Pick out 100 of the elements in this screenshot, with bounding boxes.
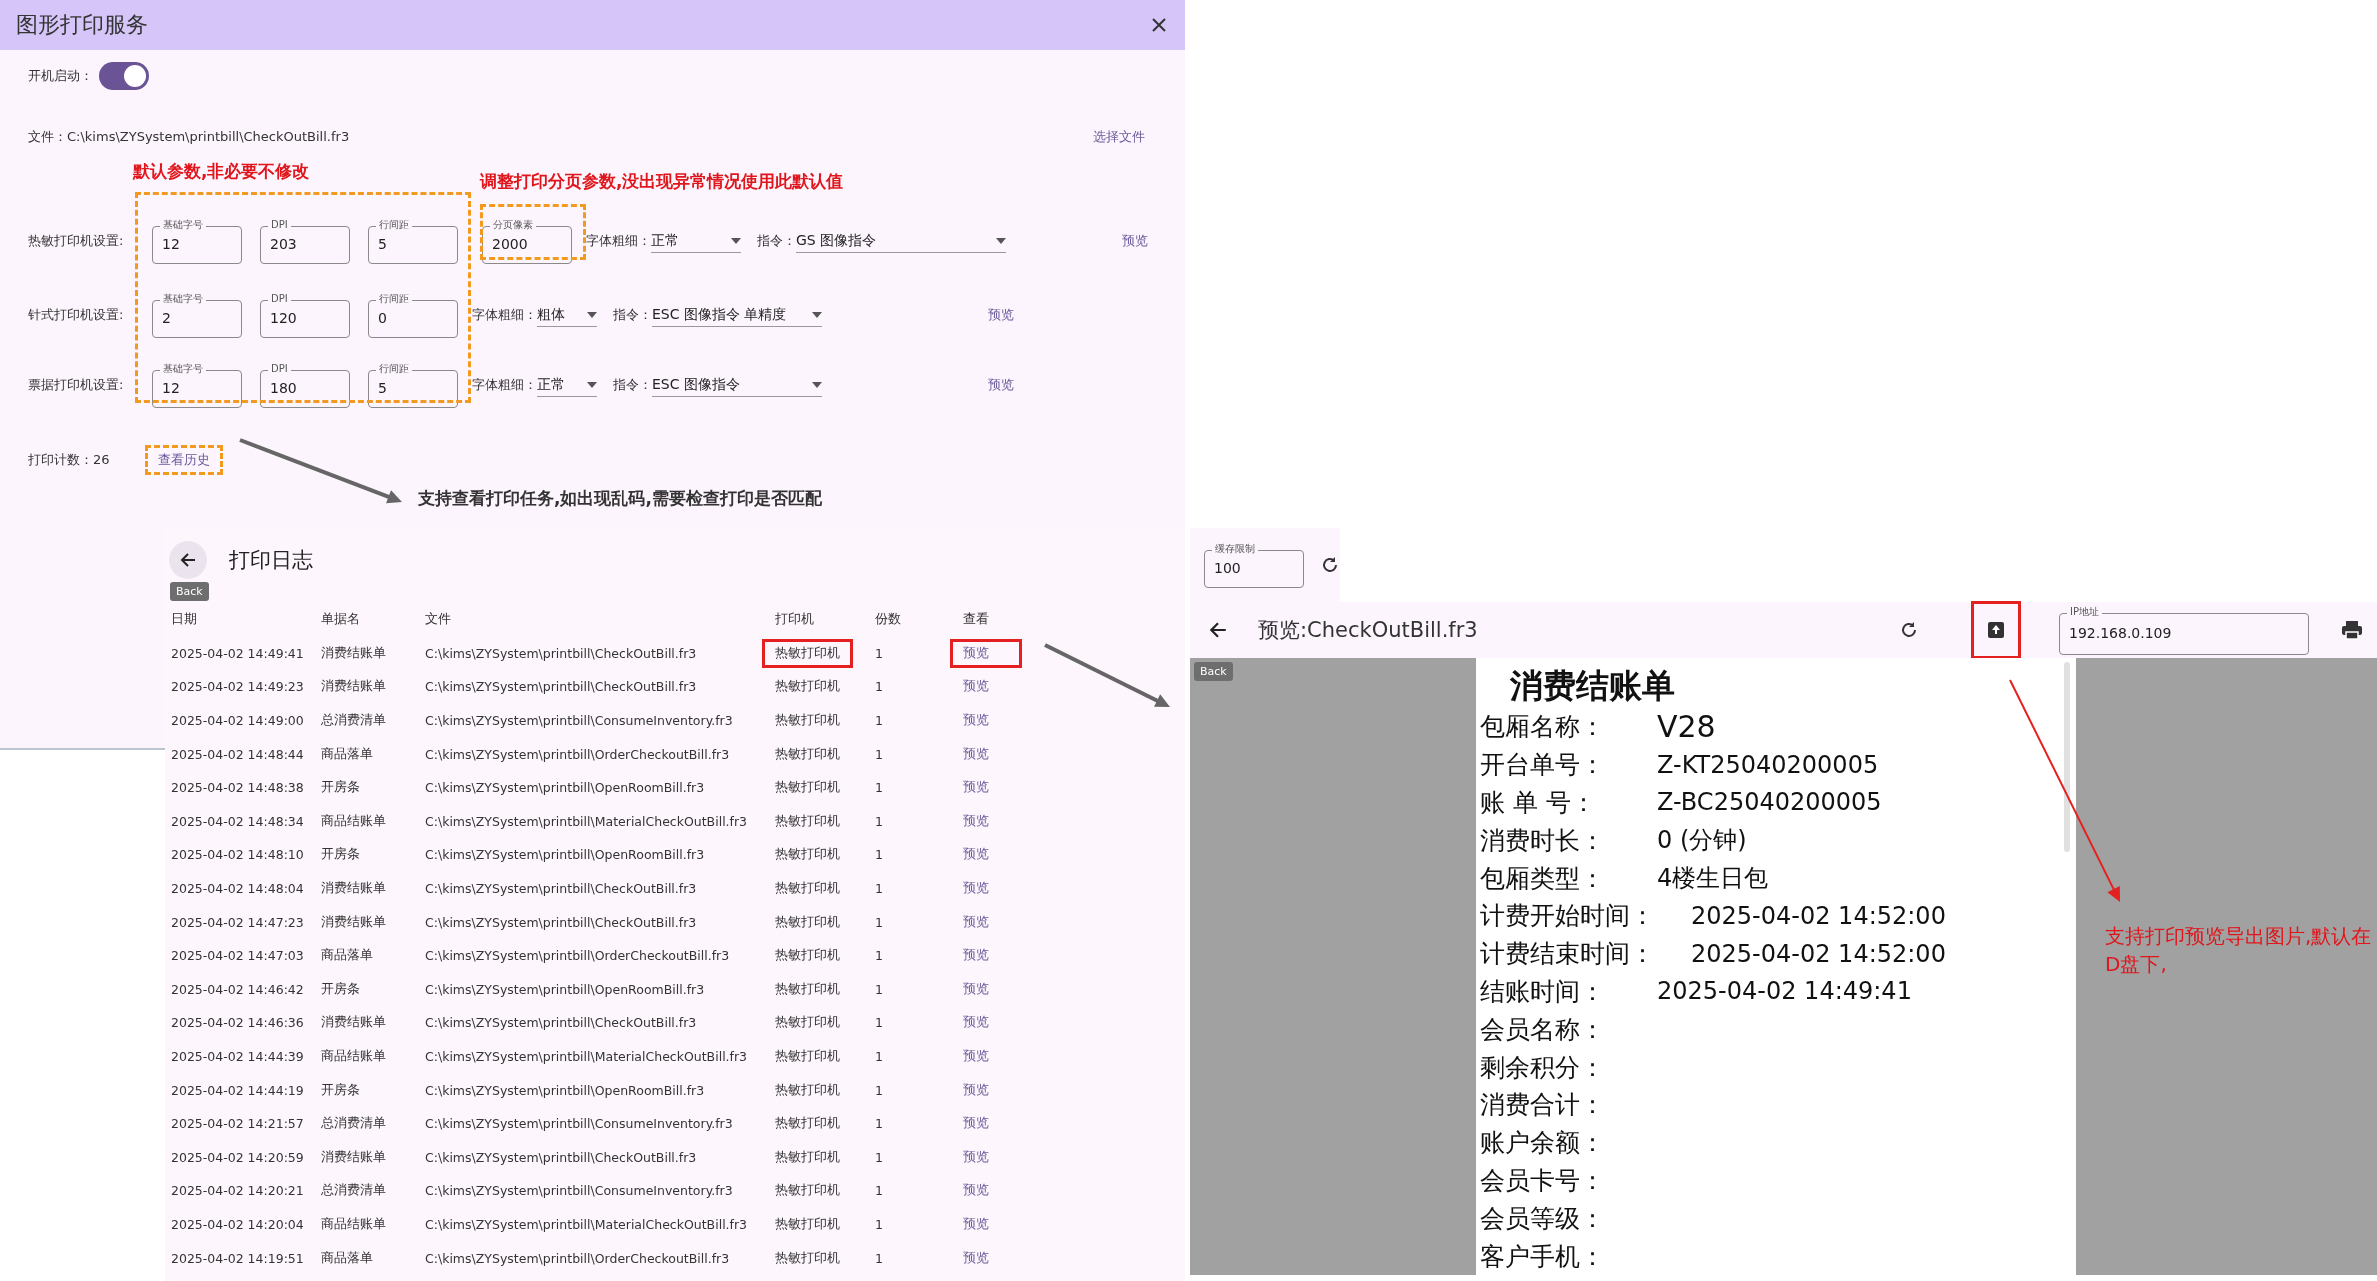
receipt-label: 会员卡号： <box>1480 1164 1606 1197</box>
dropdown-label: 指令： <box>613 376 652 394</box>
input-field[interactable]: 行间距 0 <box>368 292 458 338</box>
caret-icon <box>996 237 1006 244</box>
receipt-label: 客户手机： <box>1480 1240 1606 1273</box>
preview-link[interactable]: 预览 <box>963 1014 1043 1032</box>
input-field[interactable]: DPI 120 <box>260 292 350 338</box>
table-cell-text: 2025-04-02 14:19:51 <box>171 1250 305 1266</box>
input-field[interactable]: IP地址 192.168.0.109 <box>2059 605 2309 655</box>
preview-link[interactable]: 预览 <box>963 846 1043 864</box>
back-tooltip: Back <box>170 582 209 601</box>
table-cell-text: 2025-04-02 14:47:03 <box>171 948 305 964</box>
table-cell-text: 消费结账单 <box>321 1014 387 1032</box>
preview-link[interactable]: 预览 <box>963 1182 1043 1200</box>
dropdown[interactable]: 正常 <box>651 229 741 253</box>
input-field[interactable]: DPI 203 <box>260 218 350 264</box>
table-cell-text: C:\kims\ZYSystem\printbill\CheckOutBill.fr3 <box>425 679 698 695</box>
input-field[interactable]: 分页像素 2000 <box>482 218 572 264</box>
preview-link[interactable]: 预览 <box>988 376 1014 394</box>
table-cell-text: 热敏打印机 <box>775 678 841 696</box>
table-cell-text: 1 <box>875 847 884 863</box>
table-cell-text: 2025-04-02 14:48:38 <box>171 780 305 796</box>
column-header: 打印机 <box>775 611 815 629</box>
receipt-label: 计费开始时间： <box>1480 900 1656 933</box>
table-cell-text: 1 <box>875 1149 884 1165</box>
preview-link[interactable]: 预览 <box>963 1216 1043 1233</box>
preview-link[interactable]: 预览 <box>963 745 1043 763</box>
field-label: IP地址 <box>2067 605 2102 619</box>
input-field[interactable]: DPI 180 <box>260 362 350 408</box>
preview-link[interactable]: 预览 <box>963 678 1043 696</box>
dropdown[interactable]: GS 图像指令 <box>796 229 1006 253</box>
receipt-label: 开台单号： <box>1480 749 1606 782</box>
table-cell-text: 2025-04-02 14:49:23 <box>171 679 305 695</box>
preview-link[interactable]: 预览 <box>963 880 1043 898</box>
preview-link[interactable]: 预览 <box>963 1148 1043 1166</box>
preview-link[interactable]: 预览 <box>963 980 1043 998</box>
dropdown[interactable]: ESC 图像指令 <box>652 373 822 397</box>
table-cell-text: 消费结账单 <box>321 644 387 662</box>
table-cell-text: C:\kims\ZYSystem\printbill\CheckOutBill.fr3 <box>425 1015 698 1031</box>
table-cell-text: 1 <box>875 1250 884 1266</box>
table-cell-text: 2025-04-02 14:48:44 <box>171 746 305 762</box>
annotation-text: 调整打印分页参数,没出现异常情况使用此默认值 <box>480 170 844 193</box>
preview-link[interactable]: 预览 <box>963 947 1043 965</box>
preview-link[interactable]: 预览 <box>963 1048 1043 1065</box>
toggle-switch[interactable] <box>99 62 149 90</box>
receipt-label: 会员等级： <box>1480 1202 1606 1235</box>
table-cell-text: C:\kims\ZYSystem\printbill\ConsumeInventory.fr3 <box>425 713 734 729</box>
field-label: 基础字号 <box>160 292 206 306</box>
input-field[interactable]: 行间距 5 <box>368 218 458 264</box>
table-cell-text: C:\kims\ZYSystem\printbill\ConsumeInventory.fr3 <box>425 1116 734 1132</box>
receipt-label: 会员名称： <box>1480 1013 1606 1046</box>
table-cell-text: 热敏打印机 <box>775 913 841 931</box>
receipt-label: 结账时间： <box>1480 975 1606 1008</box>
view-history-link[interactable]: 查看历史 <box>158 451 210 469</box>
table-cell-text: 1 <box>875 713 884 729</box>
preview-link[interactable]: 预览 <box>963 1081 1043 1099</box>
table-cell-text: C:\kims\ZYSystem\printbill\MaterialCheckOutBill.fr3 <box>425 813 749 829</box>
preview-link[interactable]: 预览 <box>988 306 1014 324</box>
table-cell-text: 1 <box>875 780 884 796</box>
input-field[interactable]: 行间距 5 <box>368 362 458 408</box>
input-field[interactable]: 基础字号 12 <box>152 218 242 264</box>
table-cell-text: 2025-04-02 14:47:23 <box>171 914 305 930</box>
table-cell-text: 商品落单 <box>321 745 374 763</box>
table-cell-text: 2025-04-02 14:46:36 <box>171 1015 305 1031</box>
table-cell-text: 开房条 <box>321 846 361 864</box>
preview-link[interactable]: 预览 <box>1122 232 1148 250</box>
table-cell-text: 热敏打印机 <box>775 779 841 797</box>
table-cell-text: 热敏打印机 <box>775 846 841 864</box>
input-field[interactable]: 基础字号 2 <box>152 292 242 338</box>
table-cell-text: 1 <box>875 813 884 829</box>
table-cell-text: 商品落单 <box>321 947 374 965</box>
choose-file-link[interactable]: 选择文件 <box>1093 128 1145 146</box>
preview-link[interactable]: 预览 <box>963 913 1043 931</box>
log-title: 打印日志 <box>229 547 313 574</box>
dropdown[interactable]: ESC 图像指令 单精度 <box>652 303 822 327</box>
table-cell-text: 热敏打印机 <box>775 880 841 898</box>
preview-link[interactable]: 预览 <box>963 779 1043 797</box>
receipt-label: 剩余积分： <box>1480 1051 1606 1084</box>
printer-icon <box>2341 620 2363 640</box>
preview-link[interactable]: 预览 <box>963 812 1043 830</box>
preview-link[interactable]: 预览 <box>963 1249 1043 1267</box>
caret-icon <box>587 381 597 388</box>
dropdown[interactable]: 粗体 <box>537 303 597 327</box>
annotation-text: 支持查看打印任务,如出现乱码,需要检查打印是否匹配 <box>418 487 822 510</box>
table-cell-text: 消费结账单 <box>321 1148 387 1166</box>
caret-icon <box>812 311 822 318</box>
receipt-label: 包厢名称： <box>1480 711 1606 744</box>
dropdown[interactable]: 正常 <box>537 373 597 397</box>
table-cell-text: 消费结账单 <box>321 880 387 898</box>
table-cell-text: 总消费清单 <box>321 1115 387 1133</box>
table-cell-text: 商品结账单 <box>321 812 387 830</box>
preview-link[interactable]: 预览 <box>963 1115 1043 1133</box>
table-cell-text: 1 <box>875 981 884 997</box>
input-field[interactable]: 基础字号 12 <box>152 362 242 408</box>
preview-link[interactable]: 预览 <box>963 712 1043 730</box>
back-button[interactable] <box>169 541 207 579</box>
field-label: 行间距 <box>376 218 412 232</box>
table-cell-text: 热敏打印机 <box>775 1115 841 1133</box>
table-cell-text: 商品结账单 <box>321 1216 387 1233</box>
preview-link[interactable]: 预览 <box>963 644 989 662</box>
